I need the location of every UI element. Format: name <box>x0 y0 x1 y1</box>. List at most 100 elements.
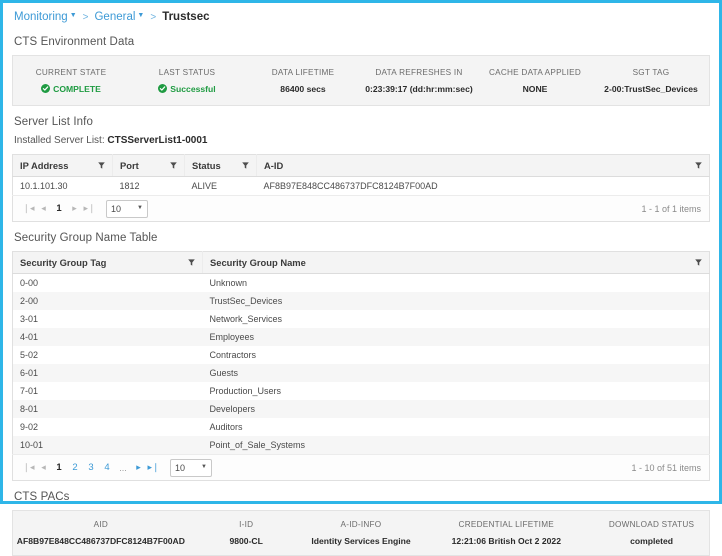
server-list-table: IP Address Port Status A-ID 10.1.101.30 1812… <box>12 154 710 222</box>
pac-cell: CREDENTIAL LIFETIME 12:21:06 British Oct … <box>418 511 594 555</box>
pager-first-button[interactable]: ❘◂ <box>21 203 36 214</box>
pager-page-2[interactable]: 2 <box>67 462 83 473</box>
summary-cell: CURRENT STATE COMPLETE <box>13 56 129 105</box>
page-size-select[interactable]: 10 ▼ <box>170 458 212 477</box>
table-row[interactable]: 5-02 Contractors <box>12 346 710 364</box>
sgt-pager-row: ❘◂ ◂ 1 2 3 4... ▸ ▸❘ 10 ▼ 1 - 10 of 51 items <box>12 454 710 481</box>
table-cell: 4-01 <box>12 328 203 346</box>
breadcrumb-item-monitoring[interactable]: Monitoring ▼ <box>14 11 77 23</box>
pac-label: A-ID-INFO <box>340 520 382 529</box>
filter-icon[interactable] <box>242 162 249 169</box>
chevron-down-icon: ▼ <box>137 204 143 211</box>
pager-page-1[interactable]: 1 <box>51 203 67 214</box>
table-cell: Employees <box>202 328 710 346</box>
page-size-value: 10 <box>111 203 122 214</box>
table-row[interactable]: 10-01 Point_of_Sale_Systems <box>12 436 710 455</box>
table-row[interactable]: 8-01 Developers <box>12 400 710 418</box>
sgt-table-head: Security Group Tag Security Group Name <box>12 251 710 274</box>
table-row[interactable]: 7-01 Production_Users <box>12 382 710 400</box>
pager-page-1[interactable]: 1 <box>51 462 67 473</box>
installed-server-list-label: Installed Server List: <box>14 135 105 146</box>
summary-value: NONE <box>523 84 548 94</box>
table-cell: Network_Services <box>202 310 710 328</box>
pager-first-button[interactable]: ❘◂ <box>21 462 36 473</box>
pager-prev-button[interactable]: ◂ <box>36 203 51 214</box>
pager-last-button[interactable]: ▸❘ <box>146 462 161 473</box>
pac-cell: DOWNLOAD STATUS completed <box>594 511 709 555</box>
table-row[interactable]: 4-01 Employees <box>12 328 710 346</box>
pager-page-3[interactable]: 3 <box>83 462 99 473</box>
table-row[interactable]: 0-00 Unknown <box>12 273 710 292</box>
summary-label: LAST STATUS <box>158 67 216 77</box>
server-list-table-body: 10.1.101.30 1812 ALIVE AF8B97E848CC486737DF… <box>12 176 710 196</box>
filter-icon[interactable] <box>170 162 177 169</box>
server-list-pager: ❘◂ ◂ 1 ▸ ▸❘ 10 ▼ 1 - 1 of 1 items <box>13 197 709 222</box>
table-cell: Auditors <box>202 418 710 436</box>
sgt-table-body: 0-00 Unknown 2-00 TrustSec_Devices 3-01 Netwo… <box>12 273 710 455</box>
filter-icon[interactable] <box>188 259 195 266</box>
column-header[interactable]: Status <box>184 154 257 177</box>
breadcrumb-separator: > <box>82 11 89 23</box>
table-row[interactable]: 2-00 TrustSec_Devices <box>12 292 710 310</box>
table-row[interactable]: 3-01 Network_Services <box>12 310 710 328</box>
pager-ellipsis: ... <box>119 462 127 473</box>
page-size-value: 10 <box>175 462 186 473</box>
summary-cell: SGT TAG 2-00:TrustSec_Devices <box>593 56 709 105</box>
server-list-info-title: Server List Info <box>14 116 93 128</box>
pac-cell: A-ID-INFO Identity Services Engine <box>304 511 419 555</box>
table-cell: Guests <box>202 364 710 382</box>
column-header[interactable]: IP Address <box>12 154 113 177</box>
column-header[interactable]: Port <box>112 154 185 177</box>
cts-environment-summary: CURRENT STATE COMPLETE LAST STATUS Successf… <box>12 55 710 106</box>
summary-value-text: Successful <box>170 83 216 94</box>
summary-value: 86400 secs <box>280 84 325 94</box>
column-header-label: A-ID <box>264 160 284 171</box>
table-cell: 3-01 <box>12 310 203 328</box>
column-header-label: IP Address <box>20 160 69 171</box>
table-cell: 10-01 <box>12 436 203 455</box>
column-header[interactable]: A-ID <box>256 154 710 177</box>
pager-next-button[interactable]: ▸ <box>67 203 82 214</box>
pac-value: completed <box>630 536 674 546</box>
table-row[interactable]: 6-01 Guests <box>12 364 710 382</box>
pac-label: DOWNLOAD STATUS <box>608 520 695 529</box>
chevron-down-icon[interactable]: ▼ <box>70 12 77 19</box>
table-cell: Contractors <box>202 346 710 364</box>
table-cell: AF8B97E848CC486737DFC8124B7F00AD <box>256 176 710 196</box>
summary-cell: LAST STATUS Successful <box>129 56 245 105</box>
installed-server-list: Installed Server List: CTSServerList1-00… <box>14 135 710 146</box>
chevron-down-icon[interactable]: ▼ <box>137 12 144 19</box>
column-header[interactable]: Security Group Tag <box>12 251 203 274</box>
sgt-pager: ❘◂ ◂ 1 2 3 4... ▸ ▸❘ 10 ▼ 1 - 10 of 51 items <box>13 456 709 481</box>
filter-icon[interactable] <box>695 162 702 169</box>
table-row[interactable]: 9-02 Auditors <box>12 418 710 436</box>
summary-value-text: NONE <box>522 83 548 94</box>
table-cell: 6-01 <box>12 364 203 382</box>
column-header[interactable]: Security Group Name <box>202 251 710 274</box>
summary-cell: DATA LIFETIME 86400 secs <box>245 56 361 105</box>
table-cell: 10.1.101.30 <box>12 176 113 196</box>
filter-icon[interactable] <box>695 259 702 266</box>
security-group-name-table-title: Security Group Name Table <box>14 232 158 244</box>
pager-prev-button[interactable]: ◂ <box>36 462 51 473</box>
breadcrumb-item-label: Monitoring <box>14 11 68 23</box>
table-cell: 9-02 <box>12 418 203 436</box>
summary-value: 2-00:TrustSec_Devices <box>604 84 698 94</box>
pager-last-button[interactable]: ▸❘ <box>82 203 97 214</box>
summary-label: DATA LIFETIME <box>271 67 335 77</box>
breadcrumb-item-general[interactable]: General ▼ <box>94 11 144 23</box>
pager-next-button[interactable]: ▸ <box>131 462 146 473</box>
trustsec-page: Monitoring ▼ > General ▼ > Trustsec CTS Enviro… <box>0 0 722 556</box>
column-header-label: Status <box>192 160 221 171</box>
table-row[interactable]: 10.1.101.30 1812 ALIVE AF8B97E848CC486737DF… <box>12 176 710 196</box>
sgt-pager-cell: ❘◂ ◂ 1 2 3 4... ▸ ▸❘ 10 ▼ 1 - 10 of 51 items <box>12 454 710 481</box>
pager-page-4[interactable]: 4 <box>99 462 115 473</box>
page-size-select[interactable]: 10 ▼ <box>106 199 148 218</box>
filter-icon[interactable] <box>98 162 105 169</box>
summary-label: DATA REFRESHES IN <box>375 67 463 77</box>
pac-value: 12:21:06 British Oct 2 2022 <box>451 536 561 546</box>
table-cell: Point_of_Sale_Systems <box>202 436 710 455</box>
sgt-table-foot: ❘◂ ◂ 1 2 3 4... ▸ ▸❘ 10 ▼ 1 - 10 of 51 items <box>12 454 710 481</box>
breadcrumb: Monitoring ▼ > General ▼ > Trustsec <box>12 8 710 26</box>
server-list-pager-row: ❘◂ ◂ 1 ▸ ▸❘ 10 ▼ 1 - 1 of 1 items <box>12 195 710 222</box>
